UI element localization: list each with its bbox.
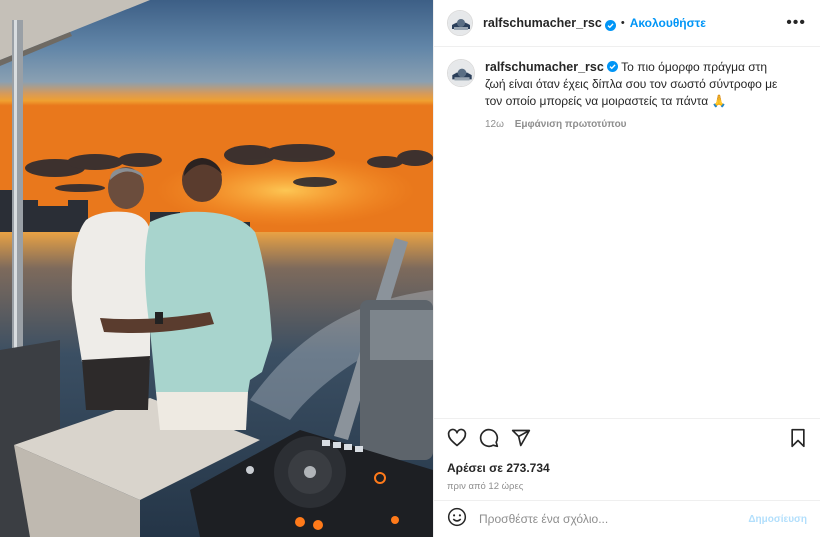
actions-section: Αρέσει σε 273.734 πριν από 12 ώρες [434, 418, 820, 500]
caption-body: ralfschumacher_rsc Το πιο όμορφο πράγμα … [485, 59, 785, 133]
heart-icon[interactable] [447, 428, 467, 453]
post-photo[interactable] [0, 0, 433, 537]
post-timestamp: πριν από 12 ώρες [447, 481, 524, 492]
caption: ralfschumacher_rsc Το πιο όμορφο πράγμα … [447, 59, 806, 133]
bookmark-icon[interactable] [789, 428, 807, 453]
add-comment-bar: Δημοσίευση [434, 500, 820, 537]
avatar[interactable] [447, 10, 473, 36]
caption-meta: 12ω Εμφάνιση πρωτοτύπου [485, 116, 785, 133]
action-icons [447, 428, 807, 453]
verified-badge-icon [606, 60, 618, 72]
post-container: ralfschumacher_rsc • Ακολουθήστε ••• ral… [0, 0, 820, 537]
comments-area: ralfschumacher_rsc Το πιο όμορφο πράγμα … [434, 47, 820, 418]
more-options-icon[interactable]: ••• [786, 14, 806, 32]
post-sidebar: ralfschumacher_rsc • Ακολουθήστε ••• ral… [433, 0, 820, 537]
emoji-icon[interactable] [447, 507, 467, 532]
separator-dot: • [620, 17, 625, 29]
username-link[interactable]: ralfschumacher_rsc [483, 16, 602, 30]
share-icon[interactable] [511, 428, 531, 453]
verified-badge-icon [604, 18, 616, 31]
post-header: ralfschumacher_rsc • Ακολουθήστε ••• [434, 0, 820, 47]
see-original-link[interactable]: Εμφάνιση πρωτοτύπου [515, 119, 627, 130]
post-comment-button[interactable]: Δημοσίευση [748, 514, 807, 525]
avatar[interactable] [447, 59, 475, 87]
comment-icon[interactable] [479, 428, 499, 453]
comment-input[interactable] [479, 512, 749, 526]
likes-count[interactable]: Αρέσει σε 273.734 [447, 461, 807, 475]
caption-age: 12ω [485, 119, 504, 130]
follow-button[interactable]: Ακολουθήστε [630, 16, 706, 30]
caption-username[interactable]: ralfschumacher_rsc [485, 60, 604, 74]
